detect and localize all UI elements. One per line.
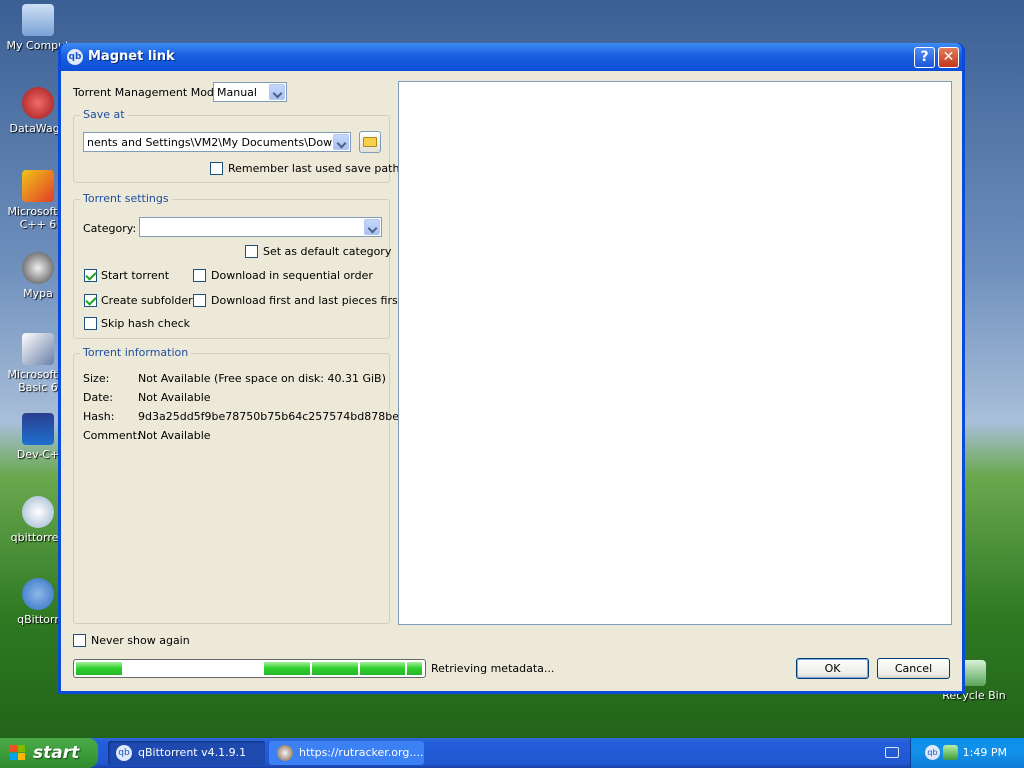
browser-icon: [277, 745, 293, 761]
category-label: Category:: [83, 222, 137, 235]
magnet-link-dialog: qb Magnet link ? ✕ Torrent Management Mo…: [58, 43, 965, 694]
mypal-icon: [22, 252, 54, 284]
torrent-information-group: Torrent information Size: Not Available …: [73, 346, 410, 624]
set-default-category-label: Set as default category: [263, 245, 392, 258]
qbittorrent-icon: [22, 578, 54, 610]
progress-segment: [360, 662, 407, 675]
close-button[interactable]: ✕: [938, 47, 959, 68]
tmm-select[interactable]: Manual: [213, 82, 287, 102]
set-default-category-checkbox[interactable]: [245, 245, 258, 258]
skip-hash-check-checkbox[interactable]: [84, 317, 97, 330]
progress-segment: [312, 662, 360, 675]
taskbar-item-browser[interactable]: https://rutracker.org....: [269, 741, 424, 765]
taskbar-item-label: qBittorrent v4.1.9.1: [138, 746, 247, 759]
never-show-again-label: Never show again: [91, 634, 190, 647]
first-last-pieces-checkbox[interactable]: [193, 294, 206, 307]
network-tray-icon[interactable]: [943, 745, 958, 760]
start-label: start: [33, 743, 80, 763]
skip-hash-check-label: Skip hash check: [101, 317, 191, 330]
comment-value: Not Available: [138, 429, 211, 442]
keyboard-icon[interactable]: [885, 747, 899, 758]
folder-icon: [363, 137, 377, 147]
qbittorrent-icon: qb: [116, 745, 132, 761]
size-value: Not Available (Free space on disk: 40.31…: [138, 372, 386, 385]
size-label: Size:: [83, 372, 110, 385]
computer-icon: [22, 4, 54, 36]
content-file-list[interactable]: [398, 81, 952, 625]
hash-value: 9d3a25dd5f9be78750b75b64c257574bd878be1f: [138, 410, 410, 423]
help-button[interactable]: ?: [914, 47, 935, 68]
title-bar[interactable]: qb Magnet link ? ✕: [61, 43, 962, 71]
tmm-label: Torrent Management Mode:: [73, 86, 225, 99]
category-combo[interactable]: [139, 217, 382, 237]
never-show-again-checkbox[interactable]: [73, 634, 86, 647]
windows-logo-icon: [10, 745, 26, 761]
torrent-settings-title: Torrent settings: [80, 192, 172, 205]
save-at-group: Save at nents and Settings\VM2\My Docume…: [73, 108, 399, 183]
sequential-download-label: Download in sequential order: [211, 269, 373, 282]
save-at-title: Save at: [80, 108, 128, 121]
chevron-down-icon[interactable]: [333, 134, 349, 150]
torrent-settings-group: Torrent settings Category: Set as defaul…: [73, 192, 402, 339]
remember-save-path-label: Remember last used save path: [228, 162, 400, 175]
create-subfolder-label: Create subfolder: [101, 294, 193, 307]
start-button[interactable]: start: [0, 738, 98, 768]
window-title: Magnet link: [88, 49, 175, 64]
date-value: Not Available: [138, 391, 211, 404]
sequential-download-checkbox[interactable]: [193, 269, 206, 282]
recycle-bin-icon: [962, 660, 986, 686]
status-text: Retrieving metadata...: [431, 662, 555, 675]
browse-folder-button[interactable]: [359, 131, 381, 153]
start-torrent-label: Start torrent: [101, 269, 170, 282]
create-subfolder-checkbox[interactable]: [84, 294, 97, 307]
start-torrent-checkbox[interactable]: [84, 269, 97, 282]
metadata-progress-bar: [73, 659, 426, 678]
progress-segment: [76, 662, 124, 675]
datawago-icon: [22, 87, 54, 119]
first-last-pieces-label: Download first and last pieces first: [211, 294, 403, 307]
qbittorrent-icon: qb: [67, 49, 83, 65]
taskbar: start qb qBittorrent v4.1.9.1 https://ru…: [0, 738, 1024, 768]
system-tray: qb 1:49 PM: [910, 738, 1024, 768]
torrent-information-title: Torrent information: [80, 346, 192, 359]
clock[interactable]: 1:49 PM: [963, 746, 1007, 759]
tmm-value: Manual: [217, 86, 257, 99]
cancel-button[interactable]: Cancel: [877, 658, 950, 679]
ok-button[interactable]: OK: [796, 658, 869, 679]
qbittorrent-setup-icon: [22, 496, 54, 528]
save-path-combo[interactable]: nents and Settings\VM2\My Documents\Down…: [83, 132, 351, 152]
visual-basic-icon: [22, 333, 54, 365]
comment-label: Comment:: [83, 429, 141, 442]
visual-cpp-icon: [22, 170, 54, 202]
progress-segment: [407, 662, 422, 675]
remember-save-path-checkbox[interactable]: [210, 162, 223, 175]
chevron-down-icon[interactable]: [269, 84, 285, 100]
dev-cpp-icon: [22, 413, 54, 445]
chevron-down-icon[interactable]: [364, 219, 380, 235]
taskbar-item-label: https://rutracker.org....: [299, 746, 424, 759]
date-label: Date:: [83, 391, 113, 404]
dialog-body: Torrent Management Mode: Manual Save at …: [61, 71, 962, 691]
qbittorrent-tray-icon[interactable]: qb: [925, 745, 940, 760]
taskbar-item-qbittorrent[interactable]: qb qBittorrent v4.1.9.1: [108, 741, 265, 765]
save-path-value: nents and Settings\VM2\My Documents\Down…: [87, 136, 332, 149]
hash-label: Hash:: [83, 410, 115, 423]
progress-segment: [264, 662, 312, 675]
